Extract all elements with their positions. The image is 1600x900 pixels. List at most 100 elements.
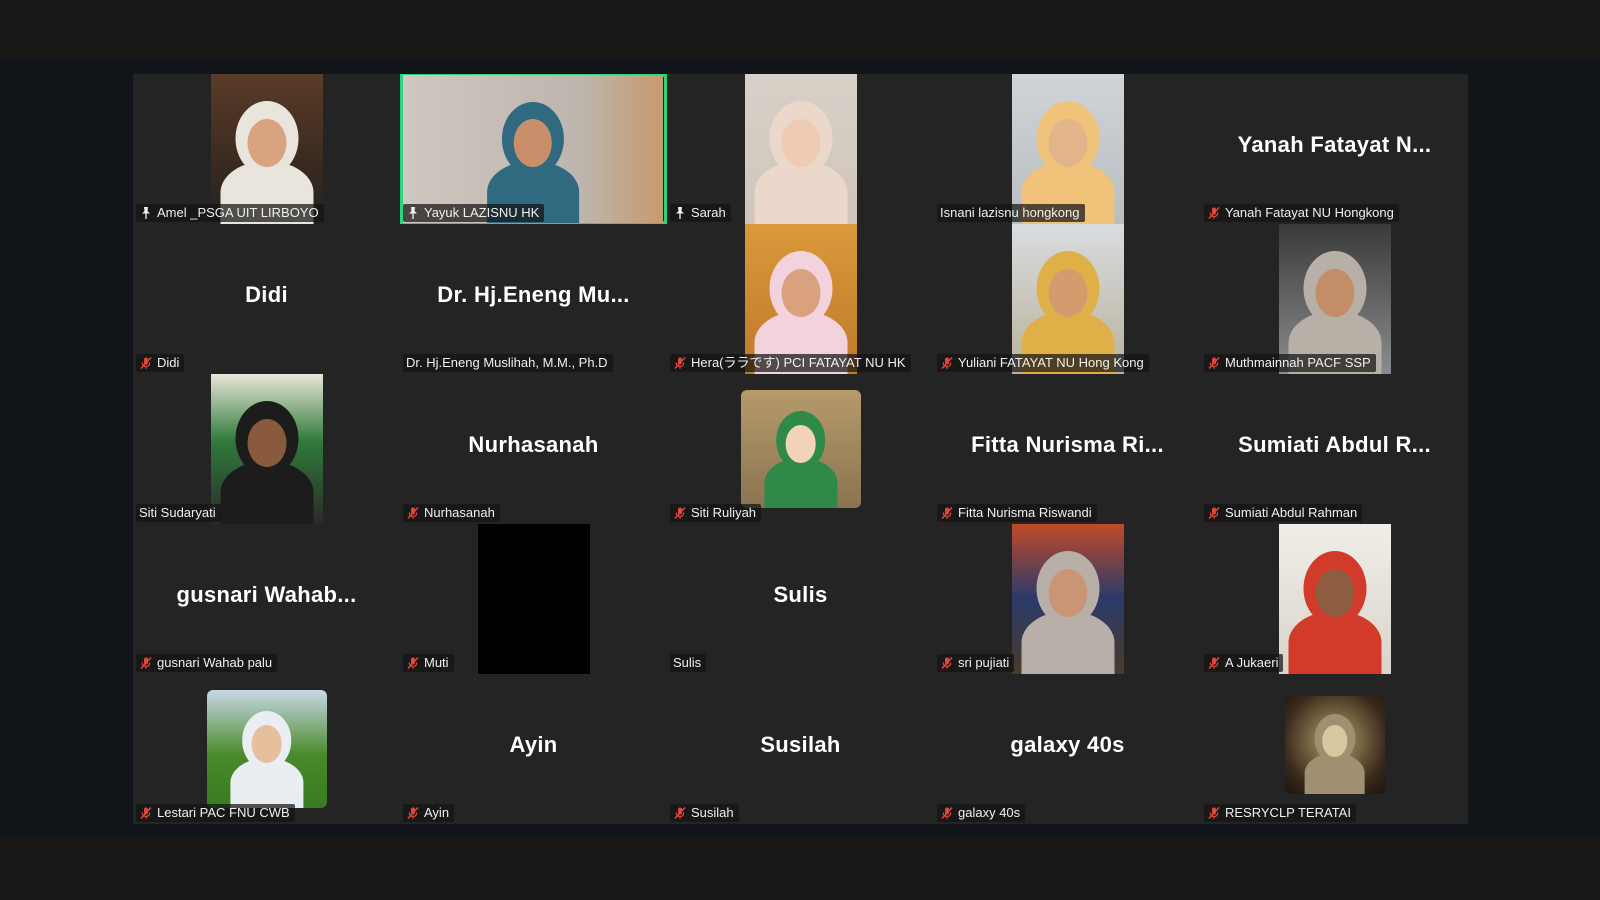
participant-name-label: Siti Sudaryati [136,504,221,522]
participant-name-text: Dr. Hj.Eneng Muslihah, M.M., Ph.D [406,355,608,370]
mic-off-icon [940,806,954,820]
participant-name-text: Sumiati Abdul Rahman [1225,505,1358,520]
participant-display-name: galaxy 40s [1010,732,1125,757]
participant-tile[interactable]: Muthmainnah PACF SSP [1201,224,1468,374]
participant-tile[interactable]: Ayin Ayin [400,674,667,824]
participant-name-text: sri pujiati [958,655,1010,670]
participant-display-name: Fitta Nurisma Ri... [971,432,1164,457]
participant-tile[interactable]: Sarah [667,74,934,224]
mic-off-icon [1207,806,1221,820]
participant-video [1284,696,1385,794]
participant-tile[interactable]: Sumiati Abdul R... Sumiati Abdul Rahman [1201,374,1468,524]
mic-off-icon [139,356,153,370]
participant-tile[interactable]: A Jukaeri [1201,524,1468,674]
participant-name-label: Sumiati Abdul Rahman [1204,504,1363,522]
pin-icon [406,206,420,220]
participant-name-label: Dr. Hj.Eneng Muslihah, M.M., Ph.D [403,354,613,372]
mic-off-icon [940,656,954,670]
mic-off-icon [139,656,153,670]
participant-tile[interactable]: Muti [400,524,667,674]
participant-tile[interactable]: Dr. Hj.Eneng Mu... Dr. Hj.Eneng Muslihah,… [400,224,667,374]
participant-display-name: gusnari Wahab... [176,582,357,607]
participant-name-label: Sarah [670,204,731,222]
participant-display-name: Sumiati Abdul R... [1238,432,1431,457]
participant-tile[interactable]: Lestari PAC FNU CWB [133,674,400,824]
mic-off-icon [1207,656,1221,670]
mic-off-icon [406,806,420,820]
participant-tile[interactable]: Hera(ララです) PCI FATAYAT NU HK [667,224,934,374]
mic-off-icon [940,506,954,520]
participant-name-label: Susilah [670,804,739,822]
participant-tile[interactable]: Susilah Susilah [667,674,934,824]
participant-name-text: Susilah [691,805,734,820]
participant-name-label: A Jukaeri [1204,654,1284,672]
participant-name-label: Siti Ruliyah [670,504,762,522]
face [781,269,820,317]
participant-tile[interactable]: Didi Didi [133,224,400,374]
participant-name-text: Yuliani FATAYAT NU Hong Kong [958,355,1144,370]
participant-name-text: Nurhasanah [424,505,495,520]
participant-name-label: Didi [136,354,185,372]
participant-tile[interactable]: galaxy 40s galaxy 40s [934,674,1201,824]
participant-display-name: Susilah [760,732,841,757]
participant-video [1278,224,1391,374]
mic-off-icon [940,356,954,370]
participant-name-text: gusnari Wahab palu [157,655,273,670]
participant-name-text: RESRYCLP TERATAI [1225,805,1351,820]
participant-name-label: Nurhasanah [403,504,500,522]
participant-name-text: A Jukaeri [1225,655,1279,670]
participant-tile[interactable]: Siti Sudaryati [133,374,400,524]
mic-off-icon [673,806,687,820]
mic-off-icon [673,506,687,520]
participant-name-text: Hera(ララです) PCI FATAYAT NU HK [691,355,906,370]
bottom-bar [0,838,1600,900]
participant-name-label: Isnani lazisnu hongkong [937,204,1085,222]
face [785,425,816,464]
participant-name-text: Amel _PSGA UIT LIRBOYO [157,205,319,220]
participant-video [744,74,857,224]
participant-video [740,390,861,508]
participant-tile[interactable]: Nurhasanah Nurhasanah [400,374,667,524]
participant-name-label: RESRYCLP TERATAI [1204,804,1356,822]
face [1315,269,1354,317]
participant-tile[interactable]: Yuliani FATAYAT NU Hong Kong [934,224,1201,374]
participant-tile[interactable]: Siti Ruliyah [667,374,934,524]
participant-name-text: Isnani lazisnu hongkong [940,205,1080,220]
participant-name-label: Muti [403,654,454,672]
participant-tile[interactable]: Amel _PSGA UIT LIRBOYO [133,74,400,224]
participant-name-label: Yanah Fatayat NU Hongkong [1204,204,1399,222]
participant-video [744,224,857,374]
participant-display-name: Sulis [773,582,828,607]
participant-name-label: Fitta Nurisma Riswandi [937,504,1097,522]
participant-video [477,524,590,674]
face [1048,269,1087,317]
participant-display-name: Didi [245,282,288,307]
participant-video [1011,524,1124,674]
participant-name-label: Yayuk LAZISNU HK [403,204,545,222]
participant-tile[interactable]: gusnari Wahab... gusnari Wahab palu [133,524,400,674]
participant-tile[interactable]: Yanah Fatayat N... Yanah Fatayat NU Hongk… [1201,74,1468,224]
participant-name-text: Sulis [673,655,702,670]
participant-tile[interactable]: Sulis Sulis [667,524,934,674]
top-bar [0,0,1600,60]
participant-video [1011,74,1124,224]
participant-display-name: Ayin [509,732,558,757]
participant-name-text: Lestari PAC FNU CWB [157,805,290,820]
pin-icon [139,206,153,220]
participant-tile[interactable]: Fitta Nurisma Ri... Fitta Nurisma Riswand… [934,374,1201,524]
participant-tile[interactable]: RESRYCLP TERATAI [1201,674,1468,824]
participant-tile[interactable]: sri pujiati [934,524,1201,674]
participant-name-text: Ayin [424,805,450,820]
face [1315,569,1354,617]
participant-tile[interactable]: Isnani lazisnu hongkong [934,74,1201,224]
mic-off-icon [673,356,687,370]
participant-video [1278,524,1391,674]
participant-tile[interactable]: Yayuk LAZISNU HK [400,74,667,224]
participant-name-label: Muthmainnah PACF SSP [1204,354,1376,372]
participant-display-name: Nurhasanah [468,432,599,457]
participant-video [210,74,323,224]
participant-name-label: Hera(ララです) PCI FATAYAT NU HK [670,354,911,372]
participant-name-text: Muthmainnah PACF SSP [1225,355,1371,370]
participant-name-text: Sarah [691,205,726,220]
mic-off-icon [1207,206,1221,220]
